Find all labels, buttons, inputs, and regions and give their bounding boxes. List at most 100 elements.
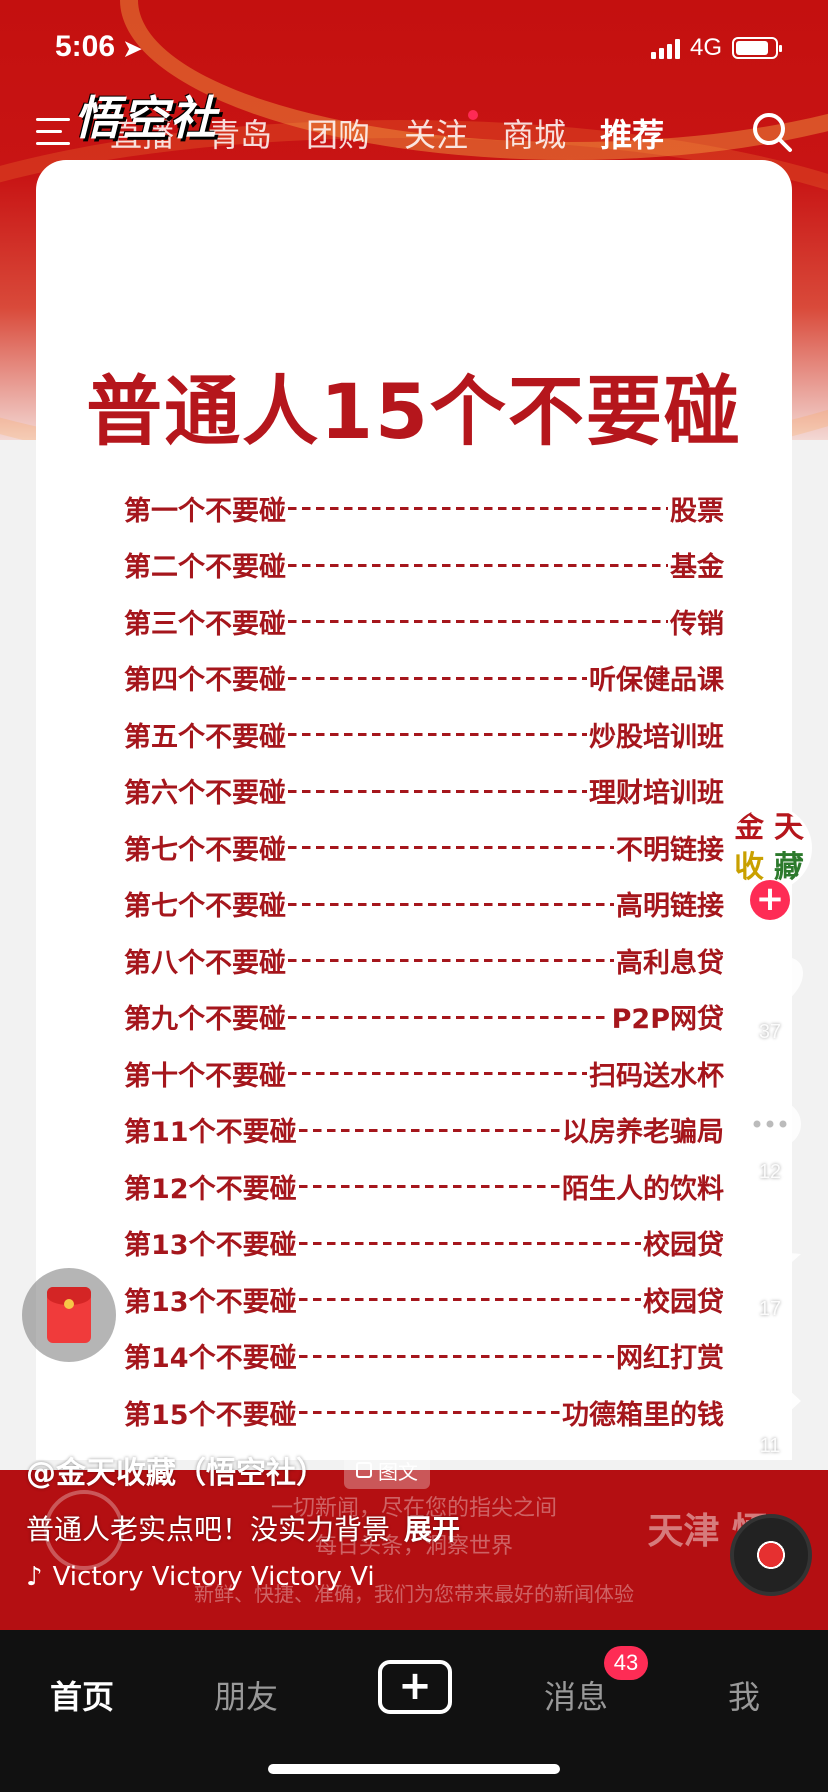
background-news-banner: 一切新闻，尽在您的指尖之间 每日头条，洞察世界 新鲜、快捷、准确，我们为您带来最… (0, 1470, 828, 1630)
star-icon (739, 1232, 801, 1291)
dashed-leader (288, 676, 587, 681)
tab-friends[interactable]: 朋友 (214, 1672, 278, 1718)
rule-row: 第八个不要碰 高利息贷 (124, 932, 724, 989)
dashed-leader (288, 1015, 610, 1020)
share-count: 11 (759, 1435, 781, 1457)
rule-row: 第12个不要碰 陌生人的饮料 (124, 1158, 724, 1215)
rule-lead: 第五个不要碰 (124, 721, 286, 753)
tab-home[interactable]: 首页 (50, 1672, 114, 1718)
rule-lead: 第六个不要碰 (124, 778, 286, 810)
dashed-leader (288, 1072, 587, 1077)
rule-lead: 第二个不要碰 (124, 552, 286, 584)
rule-lead: 第八个不要碰 (124, 947, 286, 979)
card-title: 普通人15个不要碰 (86, 367, 742, 456)
red-envelope-icon (47, 1287, 91, 1343)
author-name[interactable]: @金天收藏（悟空社） (26, 1448, 326, 1492)
rule-item: 陌生人的饮料 (562, 1173, 724, 1205)
tab-recommend[interactable]: 推荐 (600, 110, 664, 178)
rule-item: 网红打赏 (616, 1343, 724, 1375)
avatar-char: 天 (774, 810, 804, 845)
music-note-icon: ♪ (26, 1562, 43, 1592)
red-envelope-button[interactable] (22, 1268, 116, 1362)
share-button[interactable]: 11 (720, 1375, 820, 1458)
create-button[interactable]: + (378, 1660, 452, 1714)
signal-icon (650, 37, 680, 59)
tab-following[interactable]: 关注 (404, 110, 479, 156)
favorite-count: 17 (758, 1298, 782, 1320)
rule-row: 第13个不要碰 校园贷 (124, 1271, 724, 1328)
dashed-leader (288, 563, 668, 568)
dashed-leader (288, 620, 668, 625)
status-indicators: 4G (650, 34, 782, 62)
rule-item: 理财培训班 (589, 778, 724, 810)
rule-row: 第六个不要碰 理财培训班 (124, 763, 724, 820)
rule-lead: 第14个不要碰 (124, 1343, 297, 1375)
image-text-icon (356, 1462, 372, 1478)
rule-item: P2P网贷 (611, 1004, 724, 1036)
rule-item: 校园贷 (643, 1230, 724, 1262)
search-icon[interactable] (750, 110, 794, 154)
rule-item: 扫码送水杯 (589, 1060, 724, 1092)
rule-item: 基金 (670, 552, 724, 584)
rule-lead: 第12个不要碰 (124, 1173, 297, 1205)
follow-button[interactable]: + (750, 880, 790, 920)
dashed-leader (288, 846, 614, 851)
tab-mall[interactable]: 商城 (502, 110, 566, 156)
dashed-leader (298, 1128, 560, 1133)
rule-lead: 第13个不要碰 (124, 1286, 297, 1318)
share-arrow-icon (739, 1377, 801, 1429)
rule-row: 第11个不要碰 以房养老骗局 (124, 1102, 724, 1159)
rule-item: 高利息贷 (616, 947, 724, 979)
menu-icon[interactable] (36, 118, 70, 146)
rule-row: 第五个不要碰 炒股培训班 (124, 706, 724, 763)
rule-lead: 第七个不要碰 (124, 891, 286, 923)
tab-group-buy[interactable]: 团购 (306, 110, 370, 156)
rule-item: 炒股培训班 (589, 721, 724, 753)
notification-dot (468, 110, 479, 120)
rule-item: 以房养老骗局 (562, 1117, 724, 1149)
dashed-leader (298, 1354, 614, 1359)
rule-row: 第14个不要碰 网红打赏 (124, 1328, 724, 1385)
post-caption: 普通人老实点吧！没实力背景 展开 (26, 1508, 460, 1548)
rule-row: 第15个不要碰 功德箱里的钱 (124, 1384, 724, 1441)
favorite-button[interactable]: 17 (720, 1230, 820, 1321)
music-disc-icon[interactable] (730, 1514, 812, 1596)
expand-link[interactable]: 展开 (404, 1513, 460, 1546)
rule-row: 第九个不要碰 P2P网贷 (124, 989, 724, 1046)
rule-lead: 第十个不要碰 (124, 1060, 286, 1092)
tab-following-label: 关注 (404, 116, 469, 154)
dashed-leader (298, 1241, 641, 1246)
rule-lead: 第一个不要碰 (124, 495, 286, 527)
rule-row: 第四个不要碰 听保健品课 (124, 650, 724, 707)
location-arrow-icon: ➤ (123, 36, 142, 61)
tab-messages[interactable]: 消息 (544, 1672, 608, 1718)
like-button[interactable]: 37 (720, 955, 820, 1044)
rule-lead: 第四个不要碰 (124, 665, 286, 697)
like-count: 37 (758, 1021, 782, 1043)
watermark-logo: 悟空社 (74, 91, 218, 145)
rule-item: 功德箱里的钱 (562, 1399, 724, 1431)
home-indicator[interactable] (268, 1764, 560, 1774)
dashed-leader (298, 1411, 560, 1416)
rule-item: 不明链接 (616, 834, 724, 866)
comment-count: 12 (758, 1161, 782, 1183)
network-label: 4G (689, 34, 722, 61)
post-type-badge: 图文 (344, 1451, 430, 1489)
dashed-leader (288, 507, 668, 512)
rule-row: 第七个不要碰 不明链接 (124, 819, 724, 876)
rule-lead: 第七个不要碰 (124, 834, 286, 866)
music-line[interactable]: ♪ Victory Victory Victory Vi (26, 1562, 496, 1592)
status-time: 5:06 ➤ (55, 30, 142, 63)
rule-item: 校园贷 (643, 1286, 724, 1318)
rule-lead: 第15个不要碰 (124, 1399, 297, 1431)
rule-item: 听保健品课 (589, 665, 724, 697)
caption-text: 普通人老实点吧！没实力背景 (26, 1513, 391, 1546)
content-card[interactable]: 普通人15个不要碰 第一个不要碰 股票 第二个不要碰 基金 第三个不要碰 传销 第四个… (36, 160, 792, 1460)
music-title: Victory Victory Victory Vi (52, 1562, 375, 1592)
heart-icon (737, 957, 803, 1015)
rule-row: 第一个不要碰 股票 (124, 480, 724, 537)
tab-me[interactable]: 我 (728, 1672, 760, 1718)
comment-button[interactable]: 12 (720, 1095, 820, 1184)
rule-row: 第三个不要碰 传销 (124, 593, 724, 650)
dashed-leader (298, 1298, 641, 1303)
